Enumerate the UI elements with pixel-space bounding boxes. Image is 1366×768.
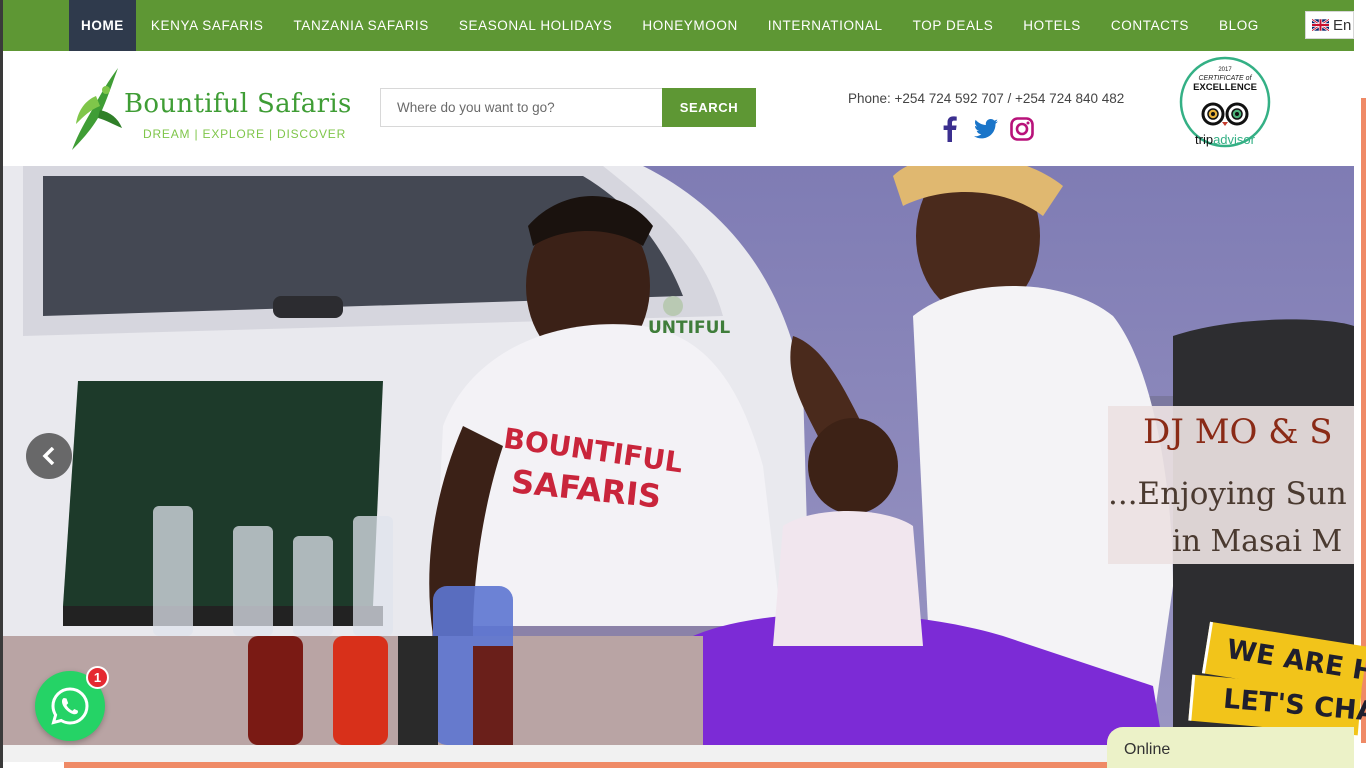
chat-banner-text2: LET'S CHAT! [1221, 683, 1366, 731]
caption-line3: in Masai M [1172, 524, 1343, 559]
hero-slider: BOUNTIFUL SAFARIS UNTIFUL DJ MO & S ...E… [3, 166, 1354, 745]
language-selector[interactable]: En [1305, 11, 1354, 39]
slider-prev-button[interactable] [26, 433, 72, 479]
uk-flag-icon [1312, 19, 1329, 31]
nav-item-honeymoon[interactable]: HONEYMOON [627, 0, 752, 51]
logo-tagline: DREAM | EXPLORE | DISCOVER [143, 127, 347, 141]
social-links [938, 116, 1034, 142]
phone-numbers: Phone: +254 724 592 707 / +254 724 840 4… [848, 91, 1125, 106]
page: HOME KENYA SAFARIS TANZANIA SAFARIS SEAS… [0, 0, 1366, 768]
nav-item-tanzania-safaris[interactable]: TANZANIA SAFARIS [279, 0, 444, 51]
logo-leaf-icon [72, 68, 122, 150]
nav-item-home[interactable]: HOME [69, 0, 136, 51]
twitter-icon[interactable] [974, 116, 998, 142]
van-decal-text: UNTIFUL [648, 318, 731, 338]
tripadvisor-line1: CERTIFICATE of [1198, 75, 1252, 82]
whatsapp-icon [51, 687, 89, 725]
nav-item-seasonal-holidays[interactable]: SEASONAL HOLIDAYS [444, 0, 628, 51]
search-input[interactable] [380, 88, 663, 127]
chat-status[interactable]: Online [1107, 727, 1354, 768]
language-label: En [1333, 16, 1352, 34]
nav-item-kenya-safaris[interactable]: KENYA SAFARIS [136, 0, 279, 51]
site-header: Bountiful Safaris DREAM | EXPLORE | DISC… [3, 51, 1354, 166]
search-button[interactable]: SEARCH [662, 88, 756, 127]
nav-item-contacts[interactable]: CONTACTS [1096, 0, 1204, 51]
instagram-icon[interactable] [1010, 116, 1034, 142]
nav-list: HOME KENYA SAFARIS TANZANIA SAFARIS SEAS… [69, 0, 1274, 51]
notification-badge: 1 [86, 666, 109, 689]
tripadvisor-line2: EXCELLENCE [1193, 82, 1257, 93]
nav-item-hotels[interactable]: HOTELS [1008, 0, 1096, 51]
tripadvisor-year: 2017 [1218, 67, 1232, 73]
nav-item-top-deals[interactable]: TOP DEALS [898, 0, 1009, 51]
nav-item-blog[interactable]: BLOG [1204, 0, 1274, 51]
logo[interactable]: Bountiful Safaris DREAM | EXPLORE | DISC… [70, 66, 352, 154]
bottom-accent-bar [64, 762, 1223, 768]
chevron-left-icon [42, 447, 55, 465]
logo-title: Bountiful Safaris [124, 89, 352, 119]
chat-status-label: Online [1124, 741, 1171, 758]
caption-line2: ...Enjoying Sun [1108, 476, 1347, 512]
slide-caption: DJ MO & S ...Enjoying Sun in Masai M [1108, 406, 1354, 564]
nav-item-international[interactable]: INTERNATIONAL [753, 0, 898, 51]
top-nav: HOME KENYA SAFARIS TANZANIA SAFARIS SEAS… [3, 0, 1354, 51]
tripadvisor-badge[interactable]: 2017 CERTIFICATE of EXCELLENCE tripadvis… [1178, 56, 1272, 152]
tripadvisor-brand: tripadvisor [1195, 132, 1256, 147]
left-edge [0, 0, 3, 768]
caption-line1: DJ MO & S [1143, 412, 1333, 452]
facebook-icon[interactable] [938, 116, 962, 142]
